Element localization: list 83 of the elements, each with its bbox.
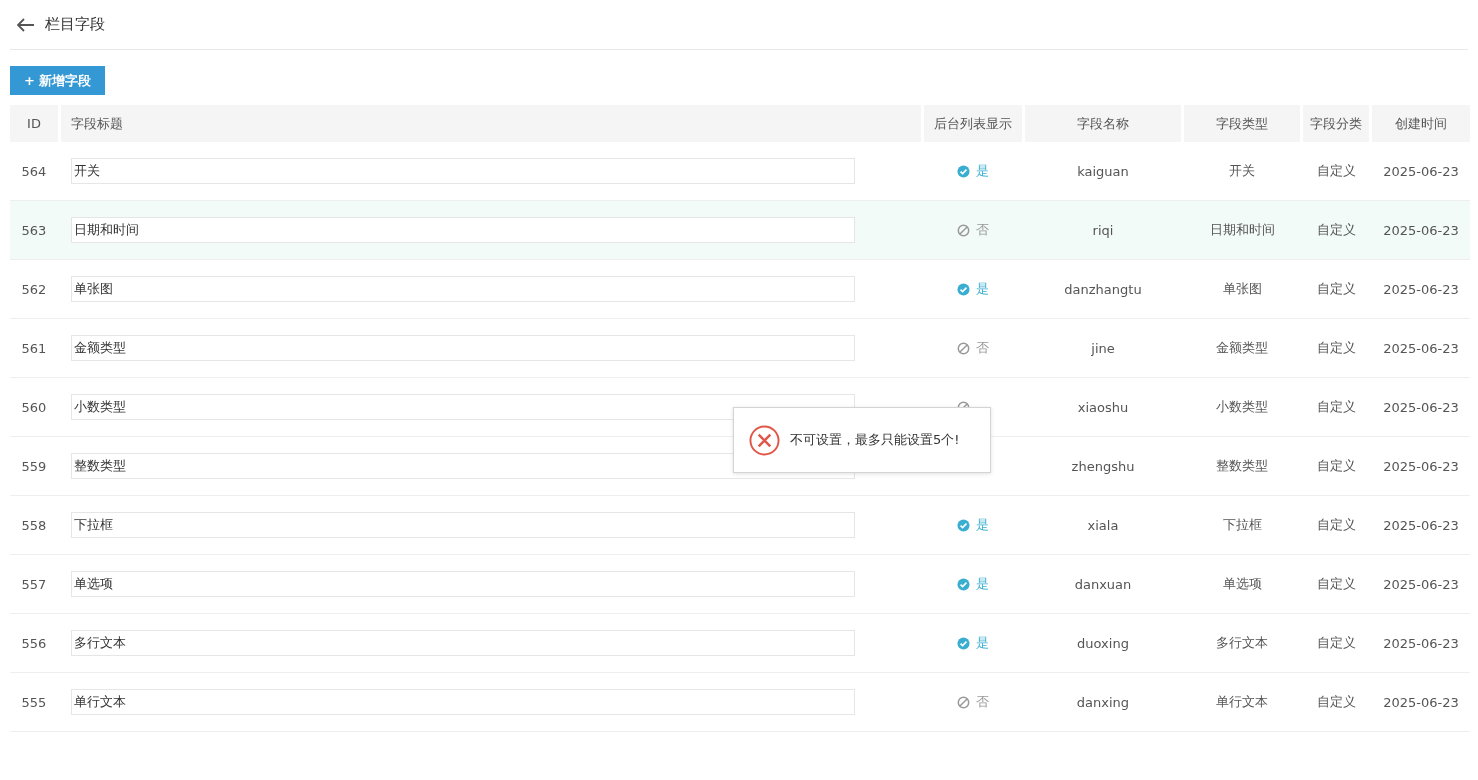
type-cell-text: 单张图 [1221,280,1263,298]
column-header: 字段类型 [1184,105,1300,142]
column-header: 后台列表显示 [924,105,1022,142]
id-cell-text: 562 [20,281,48,297]
category-cell-text: 自定义 [1315,575,1357,593]
title-input-field[interactable]: 日期和时间 [71,217,855,243]
name-cell-text: riqi [1091,222,1115,238]
id-cell-text: 556 [20,635,48,651]
title-input-field[interactable]: 下拉框 [71,512,855,538]
name-cell-text: danxing [1075,694,1131,710]
id-cell-text: 561 [20,340,48,356]
id-cell-text: 564 [20,163,48,179]
name-cell-text: jine [1090,340,1116,356]
category-cell-text: 自定义 [1315,280,1357,298]
id-cell-text: 555 [20,694,48,710]
status-label: 否 [976,339,989,357]
type-cell-text: 日期和时间 [1208,221,1276,239]
date-cell-text: 2025-06-23 [1382,576,1460,592]
column-header: 字段分类 [1303,105,1369,142]
back-arrow-icon[interactable] [17,17,35,32]
category-cell-text: 自定义 [1315,221,1357,239]
id-cell-text: 557 [20,576,48,592]
date-cell-text: 2025-06-23 [1382,399,1460,415]
check-circle-icon[interactable] [957,577,970,591]
category-cell-text: 自定义 [1315,634,1357,652]
status-label: 否 [976,693,989,711]
status-label: 是 [976,162,989,180]
id-cell-text: 558 [20,517,48,533]
title-input-field[interactable]: 单张图 [71,276,855,302]
id-cell-text: 560 [20,399,48,415]
name-cell-text: xiaoshu [1076,399,1130,415]
category-cell-text: 自定义 [1315,339,1357,357]
title-input-field[interactable]: 小数类型 [71,394,855,420]
error-icon [749,424,780,456]
name-cell-text: xiala [1086,517,1120,533]
category-cell-text: 自定义 [1315,516,1357,534]
title-input-field[interactable]: 单选项 [71,571,855,597]
page-title: 栏目字段 [45,15,105,34]
check-circle-icon[interactable] [957,636,970,650]
type-cell-text: 开关 [1228,162,1256,180]
type-cell-text: 单选项 [1221,575,1263,593]
date-cell-text: 2025-06-23 [1382,517,1460,533]
name-cell-text: duoxing [1076,635,1130,651]
name-cell-text: kaiguan [1076,163,1130,179]
column-header: 创建时间 [1372,105,1470,142]
error-message: 不可设置，最多只能设置5个! [790,431,960,449]
date-cell-text: 2025-06-23 [1382,222,1460,238]
check-circle-icon[interactable] [957,518,970,532]
type-cell-text: 单行文本 [1215,693,1269,711]
name-cell-text: zhengshu [1070,458,1136,474]
check-circle-icon[interactable] [957,164,970,178]
date-cell-text: 2025-06-23 [1382,458,1460,474]
status-label: 是 [976,634,989,652]
check-circle-icon[interactable] [957,282,970,296]
column-header: 字段标题 [61,105,921,142]
type-cell-text: 多行文本 [1215,634,1269,652]
status-label: 是 [976,280,989,298]
date-cell-text: 2025-06-23 [1382,340,1460,356]
date-cell-text: 2025-06-23 [1382,635,1460,651]
status-label: 是 [976,575,989,593]
type-cell-text: 小数类型 [1215,398,1269,416]
category-cell-text: 自定义 [1315,162,1357,180]
title-input-field[interactable]: 金额类型 [71,335,855,361]
category-cell-text: 自定义 [1315,398,1357,416]
status-label: 是 [976,516,989,534]
title-input-field[interactable]: 开关 [71,158,855,184]
type-cell-text: 整数类型 [1215,457,1269,475]
id-cell-text: 563 [20,222,48,238]
date-cell-text: 2025-06-23 [1382,281,1460,297]
date-cell-text: 2025-06-23 [1382,163,1460,179]
category-cell-text: 自定义 [1315,457,1357,475]
column-header: 字段名称 [1025,105,1181,142]
type-cell-text: 金额类型 [1215,339,1269,357]
date-cell-text: 2025-06-23 [1382,694,1460,710]
type-cell-text: 下拉框 [1221,516,1263,534]
category-cell-text: 自定义 [1315,693,1357,711]
title-input-field[interactable]: 多行文本 [71,630,855,656]
name-cell-text: danxuan [1073,576,1133,592]
title-input-field[interactable]: 单行文本 [71,689,855,715]
id-cell-text: 559 [20,458,48,474]
column-header: ID [10,105,58,142]
status-label: 否 [976,221,989,239]
name-cell-text: danzhangtu [1063,281,1143,297]
